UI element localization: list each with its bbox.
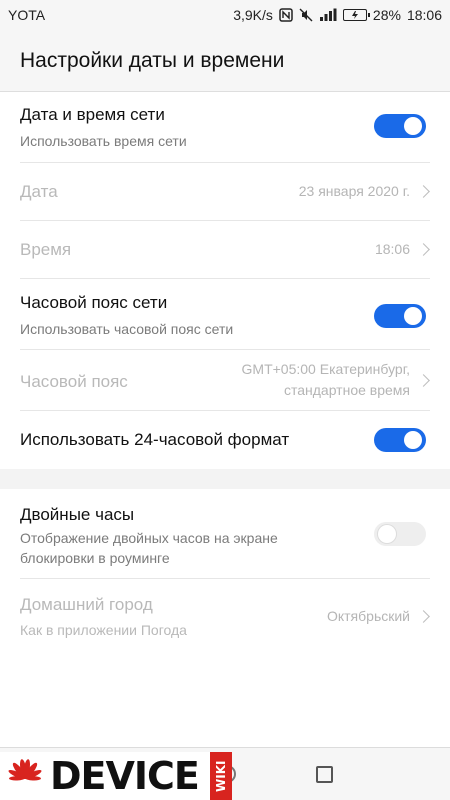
nfc-icon: [279, 8, 293, 22]
battery-percent: 28%: [372, 7, 401, 23]
chevron-right-icon: [417, 374, 430, 387]
setting-label: Часовой пояс: [20, 372, 128, 391]
setting-label: Использовать 24-часовой формат: [20, 430, 290, 449]
setting-summary: Использовать время сети: [20, 133, 187, 149]
toggle-knob: [378, 525, 396, 543]
carrier-name: YOTA: [8, 7, 46, 23]
timezone-value-line1: GMT+05:00 Екатеринбург,: [241, 361, 410, 377]
status-bar: YOTA 3,9K/s 28% 18:06: [0, 0, 450, 30]
setting-summary: Как в приложении Погода: [20, 622, 187, 638]
huawei-logo-icon: [8, 759, 42, 781]
recents-button[interactable]: [316, 766, 333, 783]
toggle-knob: [404, 307, 422, 325]
setting-summary: Использовать часовой пояс сети: [20, 321, 234, 337]
setting-label: Часовой пояс сети: [20, 293, 168, 312]
clock: 18:06: [406, 7, 442, 23]
net-speed: 3,9K/s: [233, 7, 273, 23]
setting-date[interactable]: Дата 23 января 2020 г.: [0, 163, 450, 221]
toggle-knob: [404, 117, 422, 135]
network-time-toggle[interactable]: [374, 114, 426, 138]
date-value: 23 января 2020 г.: [298, 183, 410, 199]
settings-group-main: Дата и время сети Использовать время сет…: [0, 92, 450, 469]
vibrate-mute-icon: [299, 8, 313, 22]
status-icons: 3,9K/s 28% 18:06: [233, 7, 442, 23]
page-title: Настройки даты и времени: [20, 48, 285, 72]
devicewiki-watermark: DEVICE WIKI: [0, 752, 232, 800]
toggle-knob: [404, 431, 422, 449]
watermark-text: DEVICE: [50, 754, 200, 798]
signal-icon: [319, 8, 337, 22]
chevron-right-icon: [417, 610, 430, 623]
setting-label: Двойные часы: [20, 505, 135, 524]
setting-network-timezone[interactable]: Часовой пояс сети Использовать часовой п…: [0, 279, 450, 350]
app-bar: Настройки даты и времени: [0, 30, 450, 92]
battery-icon: [342, 9, 370, 21]
setting-summary-line2: блокировки в роуминге: [20, 550, 170, 566]
setting-label: Дата: [20, 182, 58, 201]
network-timezone-toggle[interactable]: [374, 304, 426, 328]
setting-label: Дата и время сети: [20, 105, 165, 124]
setting-home-city[interactable]: Домашний город Как в приложении Погода О…: [0, 579, 450, 650]
setting-label: Время: [20, 240, 72, 259]
setting-label: Домашний город: [20, 595, 153, 614]
setting-time[interactable]: Время 18:06: [0, 221, 450, 279]
setting-dual-clock[interactable]: Двойные часы Отображение двойных часов н…: [0, 489, 450, 579]
setting-24h-format[interactable]: Использовать 24-часовой формат: [0, 411, 450, 469]
home-city-value: Октябрьский: [326, 608, 410, 624]
format-24h-toggle[interactable]: [374, 428, 426, 452]
dual-clock-toggle[interactable]: [374, 522, 426, 546]
setting-network-time[interactable]: Дата и время сети Использовать время сет…: [0, 92, 450, 163]
chevron-right-icon: [417, 185, 430, 198]
setting-timezone[interactable]: Часовой пояс GMT+05:00 Екатеринбург, ста…: [0, 350, 450, 411]
timezone-value: GMT+05:00 Екатеринбург, стандартное врем…: [242, 359, 410, 401]
time-value: 18:06: [374, 241, 410, 257]
setting-summary-line1: Отображение двойных часов на экране: [20, 530, 278, 546]
watermark-badge: WIKI: [210, 752, 232, 800]
chevron-right-icon: [417, 243, 430, 256]
settings-group-dual-clock: Двойные часы Отображение двойных часов н…: [0, 489, 450, 747]
timezone-value-line2: стандартное время: [283, 382, 410, 398]
